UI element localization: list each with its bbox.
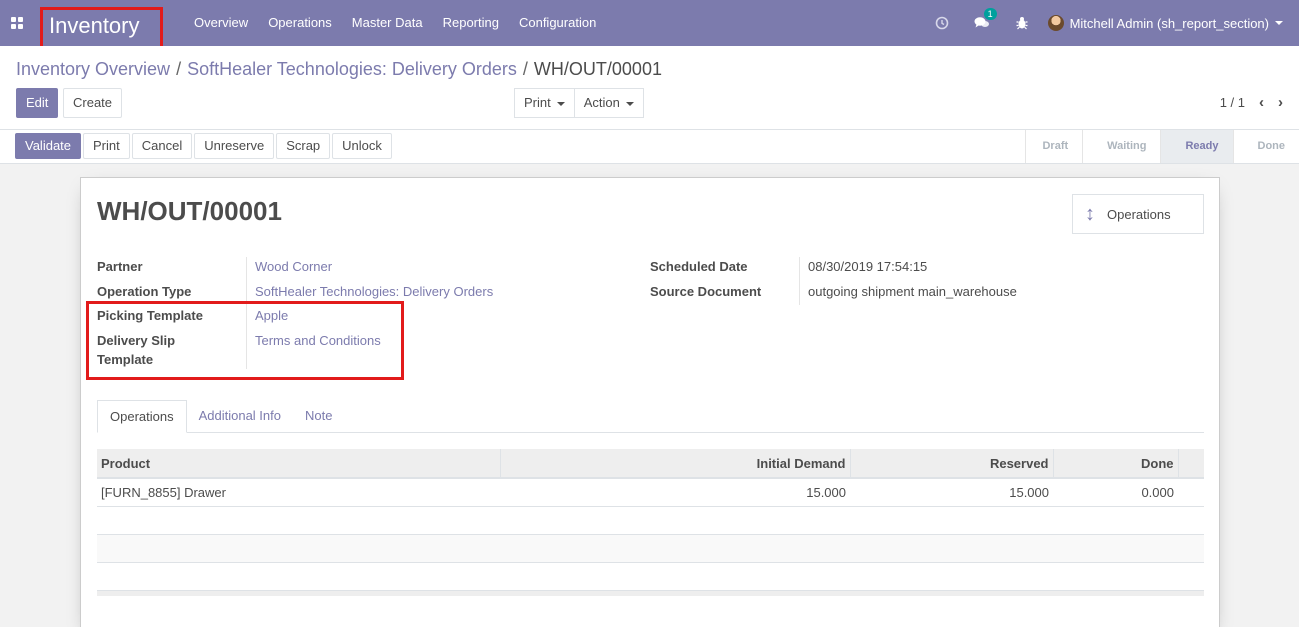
column-header-product[interactable]: Product bbox=[97, 449, 501, 479]
breadcrumb-item-current: WH/OUT/00001 bbox=[533, 59, 662, 79]
chevron-left-icon[interactable]: ‹ bbox=[1259, 94, 1264, 111]
menu-reporting[interactable]: Reporting bbox=[433, 0, 509, 46]
stage-ready[interactable]: Ready bbox=[1160, 130, 1233, 163]
pager-value[interactable]: 1 / 1 bbox=[1220, 95, 1245, 110]
scheduled-date-label: Scheduled Date bbox=[650, 259, 748, 274]
column-header-spacer bbox=[1178, 449, 1204, 479]
column-header-done[interactable]: Done bbox=[1053, 449, 1179, 479]
cancel-button[interactable]: Cancel bbox=[131, 133, 193, 159]
action-dropdown-button[interactable]: Action bbox=[574, 88, 644, 118]
tab-operations[interactable]: Operations bbox=[97, 400, 187, 433]
table-row[interactable]: [FURN_8855] Drawer 15.000 15.000 0.000 bbox=[97, 478, 1204, 507]
field-divider bbox=[799, 257, 800, 305]
updown-arrows-icon: ↕ bbox=[1085, 202, 1095, 225]
avatar bbox=[1047, 15, 1064, 31]
cell-product: [FURN_8855] Drawer bbox=[97, 478, 500, 507]
column-header-reserved[interactable]: Reserved bbox=[850, 449, 1054, 479]
operations-smart-button[interactable]: ↕ Operations bbox=[1072, 194, 1204, 234]
form-sheet: WH/OUT/00001 ↕ Operations Partner Wood C… bbox=[80, 177, 1220, 627]
operation-type-label: Operation Type bbox=[97, 284, 192, 299]
scrap-button[interactable]: Scrap bbox=[276, 133, 331, 159]
main-menu: Overview Operations Master Data Reportin… bbox=[184, 0, 606, 46]
breadcrumb: Inventory Overview / SoftHealer Technologi… bbox=[16, 59, 662, 80]
sidebar-buttons: Print Action bbox=[514, 88, 644, 118]
top-navbar: Inventory Overview Operations Master Dat… bbox=[0, 0, 1299, 49]
stage-bar: Draft Waiting Ready Done bbox=[1025, 130, 1299, 163]
create-button[interactable]: Create bbox=[63, 88, 123, 118]
scheduled-date-field[interactable]: 08/30/2019 17:54:15 bbox=[808, 257, 927, 276]
breadcrumb-item-delivery-orders[interactable]: SoftHealer Technologies: Delivery Orders bbox=[187, 59, 517, 79]
smart-button-label: Operations bbox=[1107, 206, 1171, 222]
tab-additional-info[interactable]: Additional Info bbox=[187, 400, 293, 432]
breadcrumb-separator: / bbox=[522, 59, 528, 79]
unlock-button[interactable]: Unlock bbox=[332, 133, 392, 159]
unreserve-button[interactable]: Unreserve bbox=[194, 133, 275, 159]
menu-master-data[interactable]: Master Data bbox=[342, 0, 433, 46]
clock-icon[interactable] bbox=[922, 16, 962, 30]
partner-label: Partner bbox=[97, 259, 143, 274]
table-row-empty bbox=[97, 562, 1204, 591]
table-row-empty bbox=[97, 506, 1204, 535]
cell-done: 0.000 bbox=[1053, 478, 1178, 507]
breadcrumb-separator: / bbox=[176, 59, 182, 79]
print-dropdown-button[interactable]: Print bbox=[514, 88, 575, 118]
table-footer bbox=[97, 590, 1204, 596]
table-row-empty bbox=[97, 534, 1204, 563]
edit-button[interactable]: Edit bbox=[16, 88, 59, 118]
breadcrumb-item-overview[interactable]: Inventory Overview bbox=[16, 59, 170, 79]
stage-waiting[interactable]: Waiting bbox=[1082, 130, 1161, 163]
cell-reserved: 15.000 bbox=[850, 478, 1053, 507]
highlight-box bbox=[86, 301, 404, 380]
partner-field[interactable]: Wood Corner bbox=[255, 257, 332, 276]
source-document-label: Source Document bbox=[650, 284, 762, 299]
app-name[interactable]: Inventory bbox=[40, 7, 163, 49]
control-panel: Inventory Overview / SoftHealer Technologi… bbox=[0, 46, 1299, 130]
chevron-right-icon[interactable]: › bbox=[1278, 94, 1283, 111]
status-bar: Validate Print Cancel Unreserve Scrap Un… bbox=[0, 130, 1299, 164]
column-header-initial-demand[interactable]: Initial Demand bbox=[500, 449, 851, 479]
bug-icon[interactable] bbox=[1002, 16, 1042, 30]
validate-button[interactable]: Validate bbox=[15, 133, 82, 159]
stage-draft[interactable]: Draft bbox=[1025, 130, 1083, 163]
header-actions: Validate Print Cancel Unreserve Scrap Un… bbox=[15, 133, 392, 159]
source-document-field[interactable]: outgoing shipment main_warehouse bbox=[808, 282, 1017, 301]
operation-type-field[interactable]: SoftHealer Technologies: Delivery Orders bbox=[255, 282, 493, 301]
apps-grid-icon[interactable] bbox=[0, 0, 33, 46]
tab-note[interactable]: Note bbox=[293, 400, 344, 432]
print-button[interactable]: Print bbox=[83, 133, 130, 159]
pager: 1 / 1 ‹ › bbox=[1220, 94, 1283, 111]
systray: 1 Mitchell Admin (sh_report_section) bbox=[922, 0, 1299, 46]
messages-badge: 1 bbox=[983, 8, 997, 20]
operations-table: Product Initial Demand Reserved Done [FU… bbox=[97, 449, 1204, 596]
menu-overview[interactable]: Overview bbox=[184, 0, 258, 46]
chat-icon[interactable]: 1 bbox=[962, 8, 1002, 30]
chevron-down-icon bbox=[1275, 21, 1283, 25]
menu-operations[interactable]: Operations bbox=[258, 0, 342, 46]
user-name: Mitchell Admin (sh_report_section) bbox=[1069, 15, 1269, 31]
cell-initial-demand: 15.000 bbox=[500, 478, 850, 507]
record-title: WH/OUT/00001 bbox=[97, 196, 282, 226]
stage-done[interactable]: Done bbox=[1232, 130, 1299, 163]
notebook-tabs: Operations Additional Info Note bbox=[97, 400, 1204, 433]
user-menu[interactable]: Mitchell Admin (sh_report_section) bbox=[1042, 15, 1299, 31]
menu-configuration[interactable]: Configuration bbox=[509, 0, 606, 46]
